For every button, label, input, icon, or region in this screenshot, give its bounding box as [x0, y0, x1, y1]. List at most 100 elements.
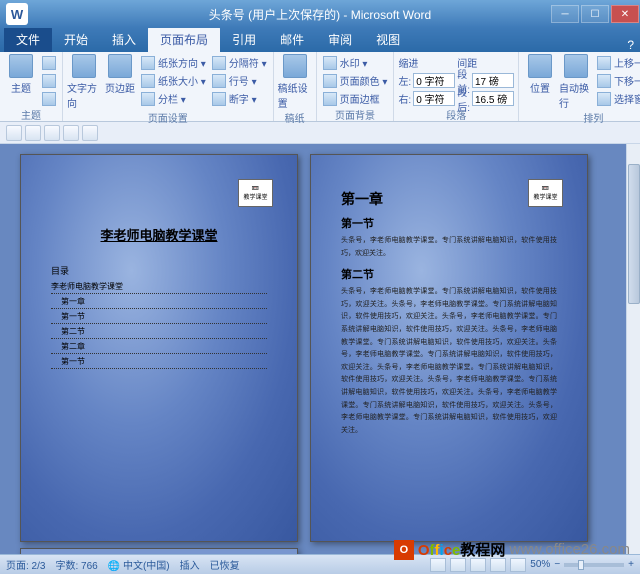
- space-before-input[interactable]: [472, 73, 514, 88]
- page-2[interactable]: 📼教学课堂 第一章 第一节 头条号，李老师电脑教学课堂。专门系统讲解电脑知识，软…: [310, 154, 588, 542]
- bring-forward-button[interactable]: 上移一层 ▾: [595, 54, 640, 71]
- tab-file[interactable]: 文件: [4, 27, 52, 52]
- page-border-icon: [323, 92, 337, 106]
- ribbon: 主题 主题 文字方向 页边距 纸张方向 ▾ 纸张大小 ▾ 分栏 ▾ 分隔符 ▾ …: [0, 52, 640, 122]
- page-color-icon: [323, 74, 337, 88]
- tab-references[interactable]: 引用: [220, 27, 268, 52]
- columns-icon: [141, 92, 155, 106]
- status-page[interactable]: 页面: 2/3: [6, 557, 45, 572]
- selection-pane-button[interactable]: 选择窗格: [595, 90, 640, 107]
- manuscript-icon: [283, 54, 307, 78]
- text-direction-button[interactable]: 文字方向: [67, 54, 101, 110]
- ribbon-group-paragraph: 缩进 左: 右: 间距 段前: 段后: 段落: [394, 52, 519, 121]
- qat-button-2[interactable]: [25, 125, 41, 141]
- ribbon-tabs: 文件 开始 插入 页面布局 引用 邮件 审阅 视图 ?: [0, 28, 640, 52]
- position-icon: [528, 54, 552, 78]
- themes-label: 主题: [11, 80, 31, 95]
- themes-button[interactable]: 主题: [4, 54, 38, 95]
- ribbon-group-page-bg: 水印 ▾ 页面颜色 ▾ 页面边框 页面背景: [317, 52, 395, 121]
- qat-button-4[interactable]: [63, 125, 79, 141]
- window-title: 头条号 (用户上次保存的) - Microsoft Word: [209, 6, 431, 23]
- zoom-slider[interactable]: [564, 563, 624, 567]
- hyphenation-button[interactable]: 断字 ▾: [210, 90, 269, 107]
- line-numbers-button[interactable]: 行号 ▾: [210, 72, 269, 89]
- margins-icon: [108, 54, 132, 78]
- vertical-scrollbar[interactable]: [626, 144, 640, 554]
- group-label-page-setup: 页面设置: [67, 110, 269, 123]
- zoom-slider-thumb[interactable]: [578, 560, 584, 570]
- space-after-input[interactable]: [472, 91, 514, 106]
- watermark-button[interactable]: 水印 ▾: [321, 54, 390, 71]
- wrap-icon: [564, 54, 588, 78]
- orientation-icon: [141, 56, 155, 70]
- tab-view[interactable]: 视图: [364, 27, 412, 52]
- theme-colors-button[interactable]: [40, 54, 58, 71]
- group-label-arrange: 排列: [523, 110, 640, 123]
- close-button[interactable]: ✕: [611, 5, 639, 23]
- tab-page-layout[interactable]: 页面布局: [148, 27, 220, 52]
- zoom-in-button[interactable]: +: [628, 559, 634, 570]
- themes-icon: [9, 54, 33, 78]
- table-of-contents: 李老师电脑教学课堂 第一章 第一节 第二节 第二章 第一节: [51, 281, 267, 369]
- ribbon-group-arrange: 位置 自动换行 上移一层 ▾ 下移一层 ▾ 选择窗格 排列: [519, 52, 640, 121]
- help-icon[interactable]: ?: [621, 38, 640, 52]
- chapter-heading: 第一章: [341, 189, 557, 209]
- maximize-button[interactable]: ☐: [581, 5, 609, 23]
- section-2-body: 头条号，李老师电脑教学课堂。专门系统讲解电脑知识，软件使用技巧，欢迎关注。头条号…: [341, 286, 557, 437]
- page-border-button[interactable]: 页面边框: [321, 90, 390, 107]
- status-word-count[interactable]: 字数: 766: [55, 557, 97, 572]
- theme-effects-button[interactable]: [40, 90, 58, 107]
- page-color-button[interactable]: 页面颜色 ▾: [321, 72, 390, 89]
- send-backward-button[interactable]: 下移一层 ▾: [595, 72, 640, 89]
- margins-button[interactable]: 页边距: [103, 54, 137, 95]
- title-bar: W 头条号 (用户上次保存的) - Microsoft Word ─ ☐ ✕: [0, 0, 640, 28]
- columns-button[interactable]: 分栏 ▾: [139, 90, 208, 107]
- wrap-text-button[interactable]: 自动换行: [559, 54, 593, 110]
- status-language[interactable]: 🌐 中文(中国): [108, 557, 170, 572]
- effects-icon: [42, 92, 56, 106]
- group-label-paragraph: 段落: [398, 107, 514, 120]
- word-app-icon: W: [6, 3, 28, 25]
- scroll-thumb[interactable]: [628, 164, 640, 304]
- tab-mailings[interactable]: 邮件: [268, 27, 316, 52]
- page-1-logo: 📼教学课堂: [238, 179, 273, 207]
- minimize-button[interactable]: ─: [551, 5, 579, 23]
- qat-button-3[interactable]: [44, 125, 60, 141]
- watermark-icon: [323, 56, 337, 70]
- indent-left-spinner[interactable]: 左:: [398, 72, 455, 89]
- page-2-logo: 📼教学课堂: [528, 179, 563, 207]
- tab-insert[interactable]: 插入: [100, 27, 148, 52]
- toc-label: 目录: [51, 264, 267, 277]
- document-area[interactable]: 📼教学课堂 李老师电脑教学课堂 目录 李老师电脑教学课堂 第一章 第一节 第二节…: [0, 144, 626, 554]
- indent-left-input[interactable]: [413, 73, 455, 88]
- qat-button-5[interactable]: [82, 125, 98, 141]
- zoom-level[interactable]: 50%: [530, 559, 550, 570]
- orientation-button[interactable]: 纸张方向 ▾: [139, 54, 208, 71]
- position-button[interactable]: 位置: [523, 54, 557, 95]
- page-1[interactable]: 📼教学课堂 李老师电脑教学课堂 目录 李老师电脑教学课堂 第一章 第一节 第二节…: [20, 154, 298, 542]
- tab-home[interactable]: 开始: [52, 27, 100, 52]
- toc-item: 第一节: [51, 311, 267, 324]
- page-1-title: 李老师电脑教学课堂: [51, 225, 267, 244]
- section-1-body: 头条号，李老师电脑教学课堂。专门系统讲解电脑知识，软件使用技巧，欢迎关注。: [341, 235, 557, 260]
- breaks-button[interactable]: 分隔符 ▾: [210, 54, 269, 71]
- status-insert-mode[interactable]: 插入: [180, 557, 200, 572]
- colors-icon: [42, 56, 56, 70]
- indent-right-spinner[interactable]: 右:: [398, 90, 455, 107]
- hyphen-icon: [212, 92, 226, 106]
- selection-pane-icon: [597, 92, 611, 106]
- section-1-heading: 第一节: [341, 215, 557, 231]
- manuscript-button[interactable]: 稿纸设置: [278, 54, 312, 110]
- indent-right-input[interactable]: [413, 91, 455, 106]
- toc-item: 第二节: [51, 326, 267, 339]
- zoom-out-button[interactable]: −: [554, 559, 560, 570]
- space-after-spinner[interactable]: 段后:: [457, 90, 514, 107]
- toc-item: 李老师电脑教学课堂: [51, 281, 267, 294]
- qat-button-1[interactable]: [6, 125, 22, 141]
- line-num-icon: [212, 74, 226, 88]
- tab-review[interactable]: 审阅: [316, 27, 364, 52]
- size-button[interactable]: 纸张大小 ▾: [139, 72, 208, 89]
- theme-fonts-button[interactable]: [40, 72, 58, 89]
- indent-label: 缩进: [398, 55, 418, 70]
- bring-fwd-icon: [597, 56, 611, 70]
